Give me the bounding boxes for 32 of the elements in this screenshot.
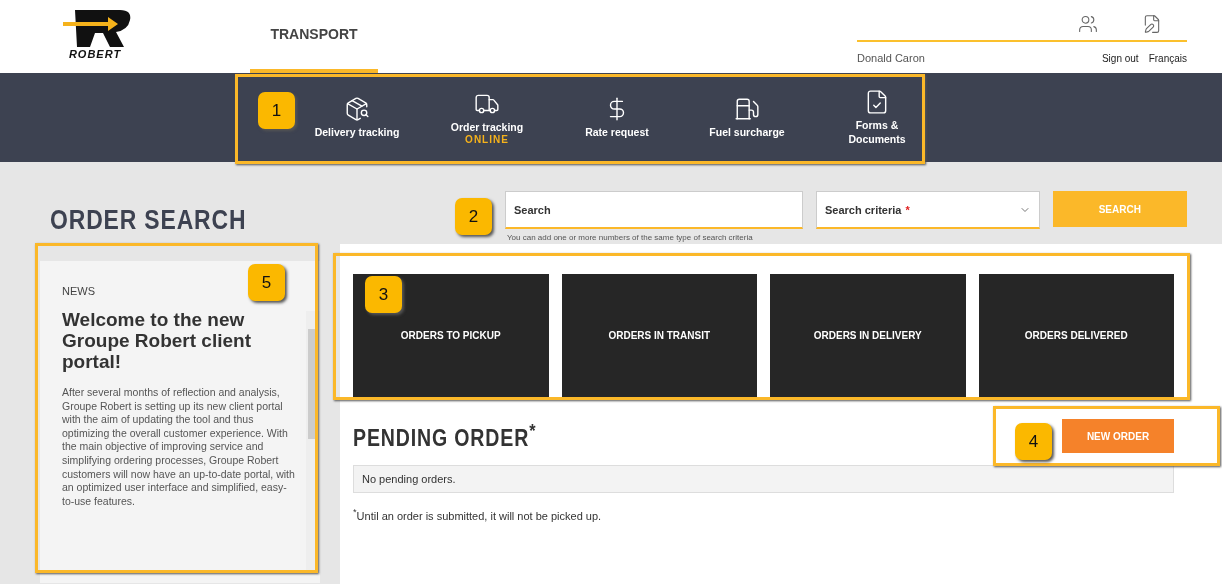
users-icon[interactable]	[1078, 14, 1098, 34]
nav-item[interactable]: Delivery tracking	[309, 73, 405, 162]
header-link[interactable]: Français	[1148, 52, 1187, 64]
nav-item[interactable]: Forms & Documents	[829, 73, 925, 162]
callout-badge: 4	[1015, 423, 1052, 460]
footnote: $^{*}$Until an order is submitted, it will not be picked up.	[353, 507, 603, 522]
news-body: After several months of reflection and analysis, Groupe Robert is setting up its new client portal with the aim of updating the tool and thus optimizing the overall customer experience. With the main objective of improving service and simplifying ordering processes, Groupe Robert customers will now have an up-to-date portal, with an optimized user interface and simplified, easy-to-use features.	[62, 386, 296, 509]
status-tile[interactable]: ORDERS IN DELIVERY	[770, 274, 966, 397]
nav-item[interactable]: Rate request	[569, 73, 665, 162]
callout-badge: 3	[365, 276, 402, 313]
status-tile[interactable]: ORDERS DELIVERED	[978, 274, 1174, 397]
header-link[interactable]: Sign out	[1101, 52, 1139, 64]
logo-text: ROBERT	[68, 48, 122, 60]
criteria-dropdown[interactable]: Search criteria *	[816, 191, 1040, 229]
nav-item[interactable]: Order tracking ONLINE	[439, 73, 535, 162]
section-title: PENDING ORDER$^{*}$	[353, 420, 537, 452]
status-tile[interactable]: ORDERS IN TRANSIT	[561, 274, 757, 397]
user-name: Donald Caron	[857, 52, 925, 64]
search-hint: You can add one or more numbers of the same type of search criteria	[506, 233, 754, 242]
news-label: NEWS	[62, 285, 95, 297]
document-edit-icon[interactable]	[1142, 14, 1162, 34]
callout-badge: 2	[455, 198, 492, 235]
nav-item[interactable]: Fuel surcharge	[699, 73, 795, 162]
callout-badge: 5	[248, 264, 285, 301]
fuel-pump-icon	[734, 96, 760, 122]
page-title: ORDER SEARCH	[50, 205, 246, 236]
package-search-icon	[344, 96, 370, 122]
nav-sub-label: ONLINE	[465, 133, 509, 145]
news-title: Welcome to the new Groupe Robert client portal!	[62, 309, 252, 372]
search-field[interactable]: Search	[505, 191, 803, 229]
empty-message: No pending orders.	[353, 465, 1174, 493]
callout-badge: 1	[258, 92, 295, 129]
